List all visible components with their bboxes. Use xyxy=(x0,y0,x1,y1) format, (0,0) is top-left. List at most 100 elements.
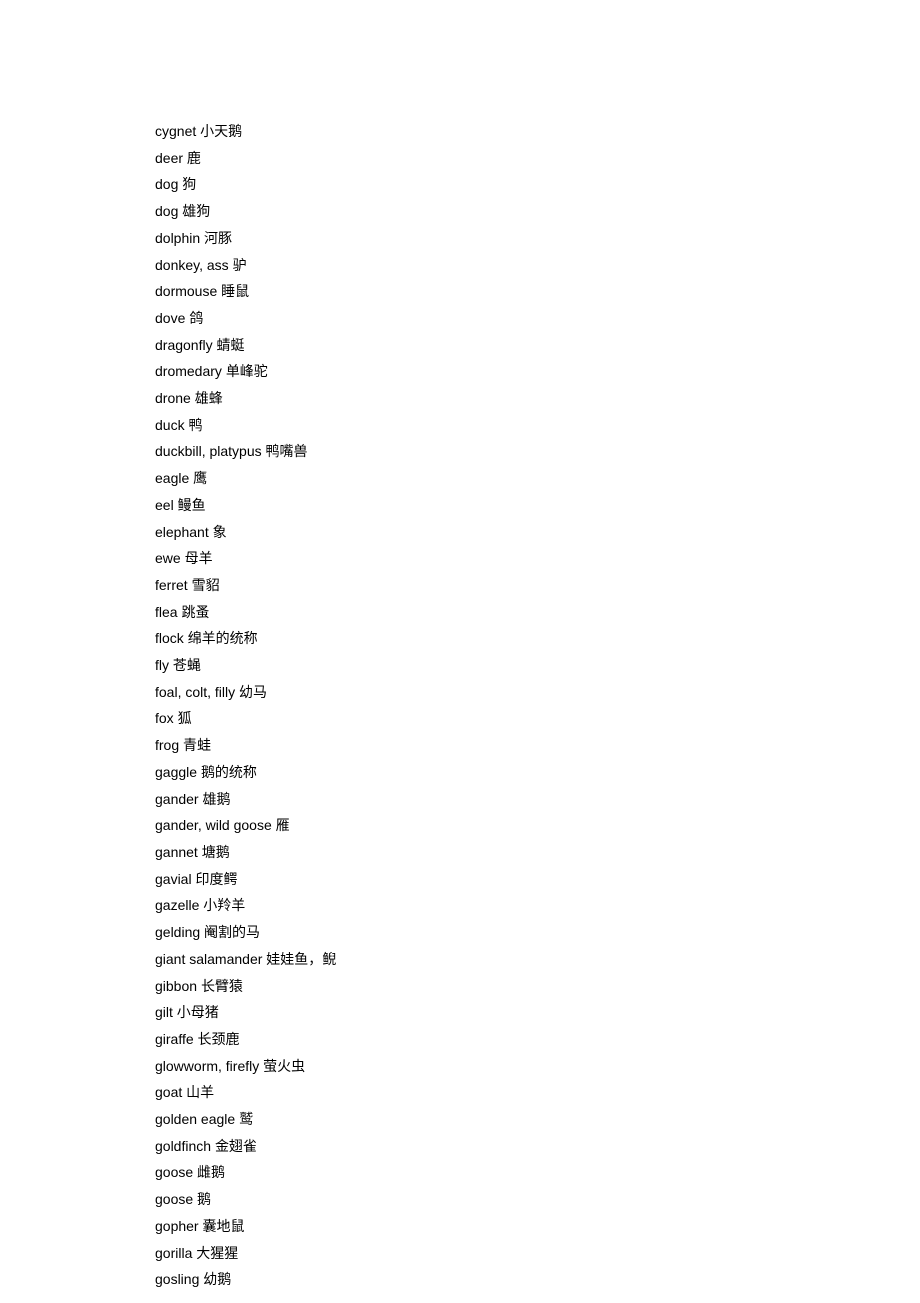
chinese-translation: 萤火虫 xyxy=(263,1058,305,1074)
chinese-translation: 山羊 xyxy=(186,1084,214,1100)
chinese-translation: 雄狗 xyxy=(182,203,210,219)
vocabulary-entry: dolphin 河豚 xyxy=(155,225,920,252)
vocabulary-entry: drone 雄蜂 xyxy=(155,385,920,412)
english-term: golden eagle xyxy=(155,1111,235,1127)
english-term: giraffe xyxy=(155,1031,198,1047)
english-term: elephant xyxy=(155,524,209,540)
vocabulary-entry: ewe 母羊 xyxy=(155,545,920,572)
english-term: dromedary xyxy=(155,363,226,379)
vocabulary-entry: donkey, ass 驴 xyxy=(155,252,920,279)
chinese-translation: 小母猪 xyxy=(177,1004,219,1020)
chinese-translation: 雪貂 xyxy=(192,577,220,593)
vocabulary-entry: fly 苍蝇 xyxy=(155,652,920,679)
english-term: fly xyxy=(155,657,173,673)
english-term: gavial xyxy=(155,871,192,887)
chinese-translation: 鹅 xyxy=(197,1191,211,1207)
vocabulary-entry: gannet 塘鹅 xyxy=(155,839,920,866)
chinese-translation: 雄鹅 xyxy=(202,791,230,807)
english-term: giant salamander xyxy=(155,951,262,967)
english-term: ferret xyxy=(155,577,192,593)
chinese-translation: 鸽 xyxy=(189,310,203,326)
english-term: gopher xyxy=(155,1218,202,1234)
english-term: gelding xyxy=(155,924,204,940)
english-term: goat xyxy=(155,1084,182,1100)
vocabulary-entry: dove 鸽 xyxy=(155,305,920,332)
english-term: gander xyxy=(155,791,199,807)
vocabulary-entry: gazelle 小羚羊 xyxy=(155,892,920,919)
chinese-translation: 幼马 xyxy=(239,684,267,700)
chinese-translation: 苍蝇 xyxy=(173,657,201,673)
english-term: gaggle xyxy=(155,764,197,780)
english-term: duck xyxy=(155,417,185,433)
english-term: dolphin xyxy=(155,230,204,246)
vocabulary-entry: giant salamander 娃娃鱼，鲵 xyxy=(155,946,920,973)
vocabulary-entry: gavial 印度鳄 xyxy=(155,866,920,893)
chinese-translation: 幼鹅 xyxy=(203,1271,231,1287)
english-term: drone xyxy=(155,390,191,406)
chinese-translation: 雁 xyxy=(276,817,290,833)
vocabulary-entry: gander 雄鹅 xyxy=(155,786,920,813)
english-term: flea xyxy=(155,604,178,620)
vocabulary-entry: goldfinch 金翅雀 xyxy=(155,1133,920,1160)
vocabulary-entry: goat 山羊 xyxy=(155,1079,920,1106)
vocabulary-entry: cygnet 小天鹅 xyxy=(155,118,920,145)
chinese-translation: 跳蚤 xyxy=(181,604,209,620)
chinese-translation: 驴 xyxy=(233,257,247,273)
vocabulary-entry: dromedary 单峰驼 xyxy=(155,358,920,385)
chinese-translation: 阉割的马 xyxy=(204,924,260,940)
vocabulary-entry: gosling 幼鹅 xyxy=(155,1266,920,1293)
chinese-translation: 雌鹅 xyxy=(197,1164,225,1180)
vocabulary-entry: elephant 象 xyxy=(155,519,920,546)
english-term: donkey, ass xyxy=(155,257,229,273)
vocabulary-entry: gorilla 大猩猩 xyxy=(155,1240,920,1267)
english-term: duckbill, platypus xyxy=(155,443,266,459)
english-term: foal, colt, filly xyxy=(155,684,239,700)
english-term: cygnet xyxy=(155,123,196,139)
chinese-translation: 鸭 xyxy=(188,417,202,433)
chinese-translation: 小羚羊 xyxy=(203,897,245,913)
chinese-translation: 鹿 xyxy=(187,150,201,166)
chinese-translation: 狗 xyxy=(182,176,196,192)
chinese-translation: 蜻蜓 xyxy=(216,337,244,353)
english-term: gosling xyxy=(155,1271,203,1287)
vocabulary-entry: duckbill, platypus 鸭嘴兽 xyxy=(155,438,920,465)
vocabulary-entry: dragonfly 蜻蜓 xyxy=(155,332,920,359)
english-term: dormouse xyxy=(155,283,217,299)
vocabulary-list: cygnet 小天鹅deer 鹿dog 狗dog 雄狗dolphin 河豚don… xyxy=(155,118,920,1293)
english-term: goose xyxy=(155,1191,193,1207)
vocabulary-entry: dormouse 睡鼠 xyxy=(155,278,920,305)
vocabulary-entry: giraffe 长颈鹿 xyxy=(155,1026,920,1053)
vocabulary-entry: gelding 阉割的马 xyxy=(155,919,920,946)
english-term: deer xyxy=(155,150,183,166)
english-term: flock xyxy=(155,630,188,646)
chinese-translation: 狐 xyxy=(178,710,192,726)
vocabulary-entry: eagle 鹰 xyxy=(155,465,920,492)
chinese-translation: 鹫 xyxy=(239,1111,253,1127)
vocabulary-entry: dog 雄狗 xyxy=(155,198,920,225)
vocabulary-entry: dog 狗 xyxy=(155,171,920,198)
chinese-translation: 大猩猩 xyxy=(196,1245,238,1261)
english-term: glowworm, firefly xyxy=(155,1058,263,1074)
document-page: cygnet 小天鹅deer 鹿dog 狗dog 雄狗dolphin 河豚don… xyxy=(0,0,920,1293)
vocabulary-entry: gibbon 长臂猿 xyxy=(155,973,920,1000)
chinese-translation: 鸭嘴兽 xyxy=(266,443,308,459)
english-term: gilt xyxy=(155,1004,177,1020)
vocabulary-entry: goose 鹅 xyxy=(155,1186,920,1213)
chinese-translation: 印度鳄 xyxy=(195,871,237,887)
english-term: dragonfly xyxy=(155,337,216,353)
english-term: gorilla xyxy=(155,1245,196,1261)
chinese-translation: 长臂猿 xyxy=(201,978,243,994)
vocabulary-entry: golden eagle 鹫 xyxy=(155,1106,920,1133)
vocabulary-entry: goose 雌鹅 xyxy=(155,1159,920,1186)
vocabulary-entry: gopher 囊地鼠 xyxy=(155,1213,920,1240)
chinese-translation: 绵羊的统称 xyxy=(188,630,258,646)
english-term: goose xyxy=(155,1164,193,1180)
vocabulary-entry: gilt 小母猪 xyxy=(155,999,920,1026)
chinese-translation: 雄蜂 xyxy=(195,390,223,406)
english-term: goldfinch xyxy=(155,1138,215,1154)
chinese-translation: 娃娃鱼，鲵 xyxy=(266,951,336,967)
chinese-translation: 小天鹅 xyxy=(200,123,242,139)
vocabulary-entry: gander, wild goose 雁 xyxy=(155,812,920,839)
vocabulary-entry: gaggle 鹅的统称 xyxy=(155,759,920,786)
chinese-translation: 青蛙 xyxy=(183,737,211,753)
